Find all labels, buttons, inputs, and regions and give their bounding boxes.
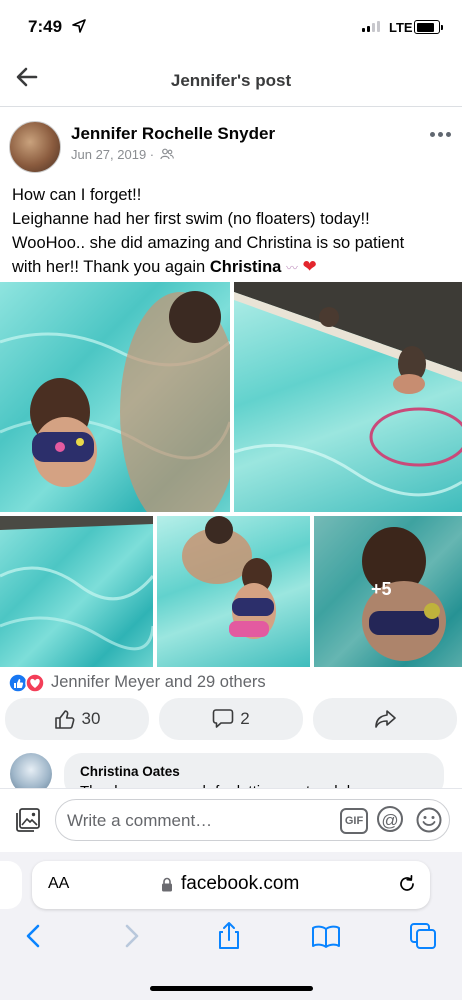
tabs-icon[interactable] [408,921,438,951]
comment-button[interactable]: 2 [159,698,303,740]
post-date[interactable]: Jun 27, 2019 · [71,147,174,162]
comment-author[interactable]: Christina Oates [80,764,180,779]
post-text: How can I forget!! Leighanne had her fir… [12,183,452,280]
previous-tab[interactable] [0,861,22,909]
post-text-line: WooHoo.. she did amazing and Christina i… [12,234,405,252]
photo-1-image [0,291,230,512]
author-avatar[interactable] [9,121,61,173]
thumbs-up-icon [54,710,74,729]
comment-icon [212,709,234,728]
bookmarks-icon[interactable] [311,921,341,951]
home-indicator[interactable] [150,986,313,991]
header-divider [0,106,462,107]
share-sheet-icon[interactable] [214,921,244,951]
like-count: 30 [81,709,101,728]
friends-audience-icon [160,148,174,160]
more-options-icon[interactable] [430,132,451,137]
status-time: 7:49 [28,17,63,36]
gif-button[interactable]: GIF [340,808,368,834]
lock-icon [162,877,172,892]
photo-2[interactable] [234,282,462,512]
signal-icon [362,21,380,32]
reactions-summary[interactable]: Jennifer Meyer and 29 others [51,673,266,692]
like-button[interactable]: 30 [5,698,149,740]
photo-4[interactable] [157,516,310,667]
post-date-text: Jun 27, 2019 · [71,147,155,162]
post-text-line: How can I forget!! [12,186,142,204]
back-nav-icon[interactable] [19,921,49,951]
photo-attach-icon[interactable] [14,806,42,834]
post-text-line: with her!! Thank you again [12,258,210,276]
more-photos-count[interactable]: +5 [371,579,392,600]
photo-3-image [0,516,153,651]
swimmer-emoji-icon: 〰 [285,261,298,275]
network-label: LTE [389,20,413,35]
url-text[interactable]: facebook.com [181,873,299,895]
page-title: Jennifer's post [170,71,292,90]
mention-button[interactable]: @ [377,806,403,832]
heart-emoji-icon: ❤ [302,257,317,276]
reaction-icons[interactable] [8,673,48,693]
share-icon [375,710,396,728]
photo-3[interactable] [0,516,153,667]
emoji-icon[interactable] [416,807,442,833]
forward-nav-icon [125,924,139,948]
post-text-last-line: with her!! Thank you again Christina 〰 ❤ [12,255,452,280]
post-author[interactable]: Jennifer Rochelle Snyder [71,124,275,144]
photo-1[interactable] [0,282,230,512]
photo-2-image [234,282,462,497]
share-button[interactable] [313,698,457,740]
comment-count: 2 [240,709,250,728]
location-icon [72,19,86,33]
photo-4-image [182,516,276,639]
mention-link[interactable]: Christina [210,258,282,276]
reload-icon[interactable] [397,874,417,894]
comment-placeholder: Write a comment… [67,811,213,830]
battery-icon [414,20,443,34]
post-text-line: Leighanne had her first swim (no floater… [12,210,370,228]
status-bar: 7:49 LTE [0,0,462,52]
reader-aa-button[interactable]: AA [48,875,69,893]
